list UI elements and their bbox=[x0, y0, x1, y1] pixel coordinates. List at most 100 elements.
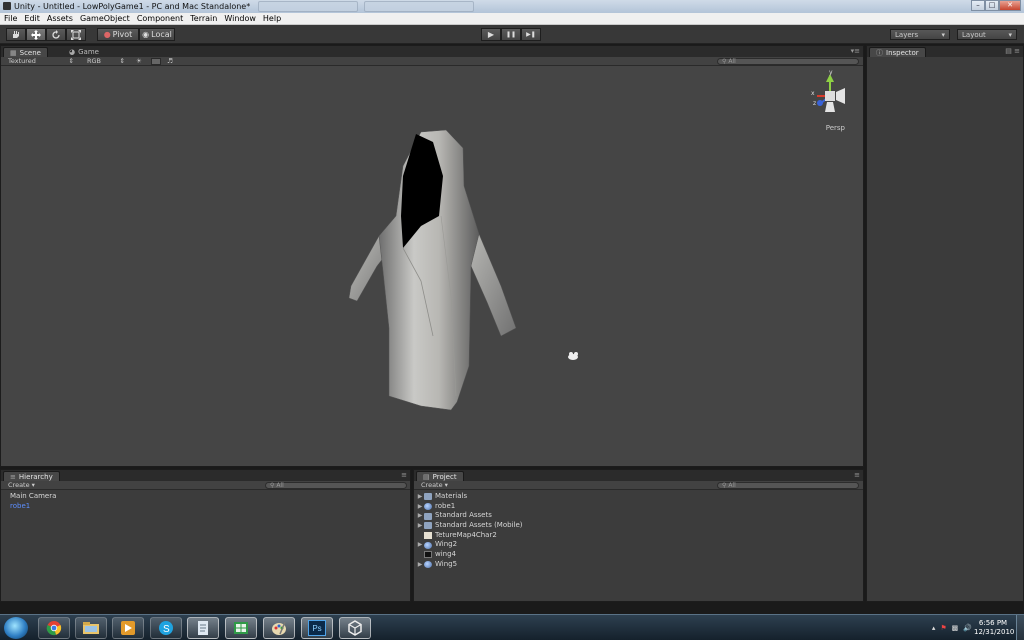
move-icon bbox=[31, 29, 41, 40]
foldout-arrow-icon[interactable]: ▶ bbox=[416, 502, 424, 512]
minimize-button[interactable]: – bbox=[971, 0, 985, 11]
foldout-arrow-icon[interactable]: ▶ bbox=[416, 521, 424, 531]
taskbar-explorer[interactable] bbox=[75, 617, 107, 639]
volume-icon[interactable]: 🔊 bbox=[963, 624, 972, 632]
hand-tool-button[interactable] bbox=[6, 28, 26, 41]
network-icon[interactable]: ▩ bbox=[952, 624, 959, 632]
orientation-gizmo-icon[interactable]: y x z bbox=[805, 70, 855, 120]
maximize-button[interactable]: □ bbox=[985, 0, 999, 11]
draw-mode-dropdown[interactable]: Textured ⇕ bbox=[8, 57, 74, 66]
rotate-tool-button[interactable] bbox=[46, 28, 66, 41]
menu-component[interactable]: Component bbox=[137, 14, 183, 23]
taskbar-spreadsheet[interactable] bbox=[225, 617, 257, 639]
foldout-arrow-icon[interactable]: ▶ bbox=[416, 560, 424, 570]
project-item-label: Wing2 bbox=[435, 540, 458, 549]
folder-icon bbox=[424, 493, 432, 501]
menu-help[interactable]: Help bbox=[263, 14, 281, 23]
hierarchy-search-placeholder: All bbox=[276, 482, 284, 489]
project-item-label: robe1 bbox=[435, 501, 456, 510]
taskbar-photoshop[interactable]: Ps bbox=[301, 617, 333, 639]
move-tool-button[interactable] bbox=[26, 28, 46, 41]
inspector-panel: ⓘ Inspector ▤ ≡ bbox=[866, 45, 1024, 602]
menu-edit[interactable]: Edit bbox=[24, 14, 40, 23]
camera-gizmo-icon[interactable] bbox=[568, 352, 578, 360]
system-clock[interactable]: 6:56 PM 12/31/2010 bbox=[974, 619, 1014, 637]
close-button[interactable]: ✕ bbox=[999, 0, 1021, 11]
foldout-arrow-icon[interactable]: ▶ bbox=[416, 540, 424, 550]
play-button[interactable]: ▶ bbox=[481, 28, 501, 41]
menu-gameobject[interactable]: GameObject bbox=[80, 14, 130, 23]
local-label: Local bbox=[151, 30, 172, 39]
action-center-flag-icon[interactable]: ⚑ bbox=[940, 624, 946, 632]
taskbar-skype[interactable]: S bbox=[150, 617, 182, 639]
project-item-wing4[interactable]: wing4 bbox=[416, 550, 863, 560]
render-mode-dropdown[interactable]: RGB ⇕ bbox=[87, 57, 125, 66]
menu-assets[interactable]: Assets bbox=[47, 14, 73, 23]
prefab-icon bbox=[424, 541, 432, 549]
hierarchy-item-main-camera[interactable]: Main Camera bbox=[10, 492, 410, 502]
layers-dropdown[interactable]: Layers ▾ bbox=[890, 29, 950, 40]
menu-file[interactable]: File bbox=[4, 14, 17, 23]
taskbar-media-player[interactable] bbox=[112, 617, 144, 639]
tab-scene[interactable]: ▦ Scene bbox=[3, 47, 48, 57]
hierarchy-search-input[interactable]: ⚲ All bbox=[265, 482, 407, 489]
project-create-dropdown[interactable]: Create ▾ bbox=[421, 481, 448, 490]
scale-tool-button[interactable] bbox=[66, 28, 86, 41]
robe-model[interactable] bbox=[1, 66, 863, 466]
project-item-robe1[interactable]: ▶ robe1 bbox=[416, 502, 863, 512]
window-title: Unity - Untitled - LowPolyGame1 - PC and… bbox=[14, 2, 251, 11]
lighting-toggle-icon[interactable]: ☀ bbox=[136, 57, 142, 66]
search-icon: ⚲ bbox=[270, 482, 275, 489]
taskbar-unity[interactable] bbox=[339, 617, 371, 639]
play-icon: ▶ bbox=[487, 30, 495, 39]
project-item-label: TetureMap4Char2 bbox=[435, 530, 497, 539]
menu-terrain[interactable]: Terrain bbox=[190, 14, 217, 23]
panel-menu-icon[interactable]: ≡ bbox=[854, 471, 860, 479]
rotate-icon bbox=[52, 29, 60, 39]
show-desktop-button[interactable] bbox=[1016, 615, 1024, 640]
taskbar-notepad[interactable] bbox=[187, 617, 219, 639]
project-search-input[interactable]: ⚲ All bbox=[717, 482, 859, 489]
pivot-toggle-button[interactable]: ● Pivot bbox=[97, 28, 139, 41]
local-toggle-button[interactable]: ◉ Local bbox=[139, 28, 175, 41]
step-button[interactable]: ▶❚ bbox=[521, 28, 541, 41]
tab-project[interactable]: ▤ Project bbox=[416, 471, 464, 481]
folder-icon bbox=[424, 522, 432, 530]
panel-menu-icon[interactable]: ▤ ≡ bbox=[1005, 47, 1020, 55]
gizmo-x-label: x bbox=[811, 90, 815, 97]
hierarchy-create-dropdown[interactable]: Create ▾ bbox=[8, 481, 35, 490]
start-button[interactable] bbox=[4, 617, 28, 639]
gizmo-y-label: y bbox=[829, 70, 833, 76]
foldout-arrow-icon[interactable]: ▶ bbox=[416, 511, 424, 521]
step-icon: ▶❚ bbox=[526, 31, 536, 38]
paint-icon bbox=[272, 621, 286, 635]
project-item-wing2[interactable]: ▶ Wing2 bbox=[416, 540, 863, 550]
scale-icon bbox=[71, 29, 81, 40]
scene-control-bar: Textured ⇕ RGB ⇕ ☀ ♬ ⚲ All bbox=[1, 57, 863, 66]
foldout-arrow-icon[interactable]: ▶ bbox=[416, 492, 424, 502]
panel-menu-icon[interactable]: ▾≡ bbox=[851, 47, 860, 55]
project-item-standard-assets[interactable]: ▶ Standard Assets bbox=[416, 511, 863, 521]
project-item-texture-map[interactable]: TetureMap4Char2 bbox=[416, 531, 863, 541]
layout-dropdown[interactable]: Layout ▾ bbox=[957, 29, 1017, 40]
scene-search-placeholder: All bbox=[728, 58, 736, 65]
taskbar-chrome[interactable] bbox=[38, 617, 70, 639]
tab-inspector[interactable]: ⓘ Inspector bbox=[869, 47, 926, 57]
texture-icon bbox=[424, 532, 432, 540]
tab-game[interactable]: ◕ Game bbox=[63, 47, 105, 57]
pause-button[interactable]: ❚❚ bbox=[501, 28, 521, 41]
tab-hierarchy[interactable]: ≡ Hierarchy bbox=[3, 471, 60, 481]
show-hidden-icons-icon[interactable]: ▴ bbox=[932, 624, 936, 632]
audio-toggle-icon[interactable]: ♬ bbox=[167, 57, 173, 66]
perspective-label[interactable]: Persp bbox=[826, 124, 845, 132]
project-item-materials[interactable]: ▶ Materials bbox=[416, 492, 863, 502]
project-item-wing5[interactable]: ▶ Wing5 bbox=[416, 560, 863, 570]
scene-search-input[interactable]: ⚲ All bbox=[717, 58, 859, 65]
panel-menu-icon[interactable]: ≡ bbox=[401, 471, 407, 479]
scene-viewport[interactable]: y x z Persp bbox=[1, 66, 863, 466]
menu-window[interactable]: Window bbox=[224, 14, 256, 23]
hierarchy-item-robe1[interactable]: robe1 bbox=[10, 502, 410, 512]
taskbar-paint[interactable] bbox=[263, 617, 295, 639]
project-item-standard-assets-mobile[interactable]: ▶ Standard Assets (Mobile) bbox=[416, 521, 863, 531]
scene-fx-toggle-icon[interactable] bbox=[151, 58, 161, 65]
